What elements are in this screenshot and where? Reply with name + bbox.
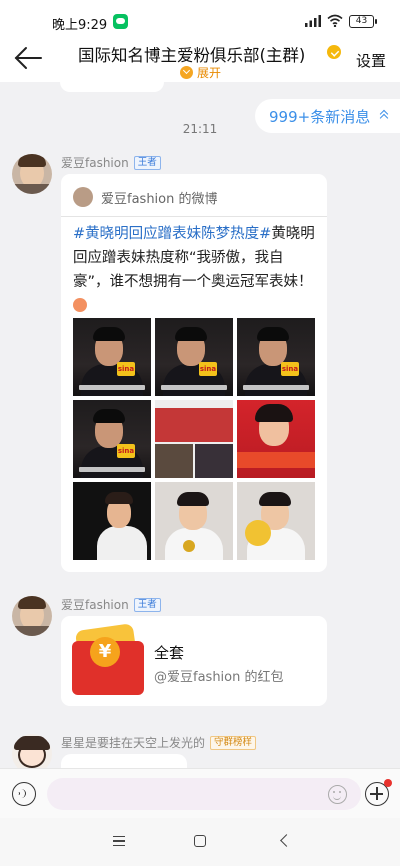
divider	[61, 216, 327, 217]
source-avatar	[73, 187, 93, 207]
red-packet-title: 全套	[154, 644, 185, 662]
message-timestamp: 21:11	[182, 122, 218, 136]
input-bar	[0, 768, 400, 818]
role-badge: 守群榜样	[210, 735, 257, 750]
notification-dot	[384, 779, 392, 787]
recent-apps-icon[interactable]	[113, 836, 125, 846]
wechat-notification-icon	[113, 14, 128, 29]
photo[interactable]	[73, 482, 151, 560]
red-packet-card[interactable]: ¥ 全套 @爱豆fashion 的红包	[61, 616, 327, 706]
weibo-share-card[interactable]: 爱豆fashion 的微博 #黄晓明回应蹭表妹陈梦热度#黄晓明回应蹭表妹热度称“…	[61, 174, 327, 572]
back-icon[interactable]	[280, 834, 293, 847]
chevron-down-icon	[180, 65, 193, 79]
signal-icon	[305, 15, 321, 27]
photo[interactable]: sina	[73, 400, 151, 478]
sender-name[interactable]: 爱豆fashion	[61, 154, 129, 171]
chat-messages[interactable]: 999+条新消息 21:11 爱豆fashion 王者 爱豆fashion 的微…	[0, 82, 400, 768]
message-bubble	[61, 754, 187, 768]
post-text: #黄晓明回应蹭表妹陈梦热度#黄晓明回应蹭表妹热度称“我骄傲，我自豪”，谁不想拥有…	[73, 222, 319, 318]
sina-logo: sina	[199, 362, 217, 376]
sender-row: 爱豆fashion 王者	[61, 154, 161, 171]
photo[interactable]	[237, 400, 315, 478]
double-chevron-up-icon	[379, 109, 390, 123]
card-source: 爱豆fashion 的微博	[69, 182, 319, 212]
status-time: 晚上9:29	[52, 18, 108, 33]
sender-name[interactable]: 星星是要挂在天空上发光的	[61, 734, 205, 751]
photo[interactable]	[155, 400, 233, 478]
home-icon[interactable]	[194, 835, 206, 847]
previous-message-bubble	[60, 82, 164, 92]
expand-label: 展开	[197, 65, 222, 80]
photo-grid: sina sina sina sina	[73, 318, 315, 560]
wifi-icon	[327, 14, 343, 27]
chat-header: 国际知名博主爱粉俱乐部(主群) 展开 设置	[0, 42, 400, 82]
verified-badge-icon	[327, 45, 341, 59]
sina-logo: sina	[117, 444, 135, 458]
back-arrow-icon[interactable]	[12, 44, 44, 72]
photo[interactable]: sina	[237, 318, 315, 396]
card-source-name: 爱豆fashion 的微博	[101, 191, 218, 207]
photo[interactable]: sina	[155, 318, 233, 396]
laughing-emoji-icon	[73, 298, 87, 312]
group-title[interactable]: 国际知名博主爱粉俱乐部(主群)	[78, 42, 305, 66]
avatar[interactable]	[12, 596, 52, 636]
system-nav-bar	[0, 818, 400, 866]
sender-row: 星星是要挂在天空上发光的 守群榜样	[61, 734, 257, 751]
sender-name[interactable]: 爱豆fashion	[61, 596, 129, 613]
photo[interactable]	[155, 482, 233, 560]
photo[interactable]	[237, 482, 315, 560]
battery-icon: 43	[349, 15, 377, 28]
avatar[interactable]	[12, 734, 52, 768]
settings-button[interactable]: 设置	[356, 50, 386, 71]
photo[interactable]: sina	[73, 318, 151, 396]
expand-toggle[interactable]: 展开	[180, 64, 221, 80]
sina-logo: sina	[117, 362, 135, 376]
avatar[interactable]	[12, 154, 52, 194]
red-packet-icon: ¥	[72, 623, 144, 695]
voice-icon[interactable]	[12, 782, 36, 806]
role-badge: 王者	[133, 597, 161, 612]
sina-logo: sina	[281, 362, 299, 376]
post-topic[interactable]: #黄晓明回应蹭表妹陈梦热度#	[73, 226, 271, 242]
sender-row: 爱豆fashion 王者	[61, 596, 161, 613]
sticker-icon[interactable]	[328, 785, 347, 804]
status-bar: 晚上9:29 43	[0, 0, 400, 42]
message-input[interactable]	[47, 778, 361, 810]
red-packet-subtitle: @爱豆fashion 的红包	[154, 670, 284, 685]
role-badge: 王者	[133, 155, 161, 170]
